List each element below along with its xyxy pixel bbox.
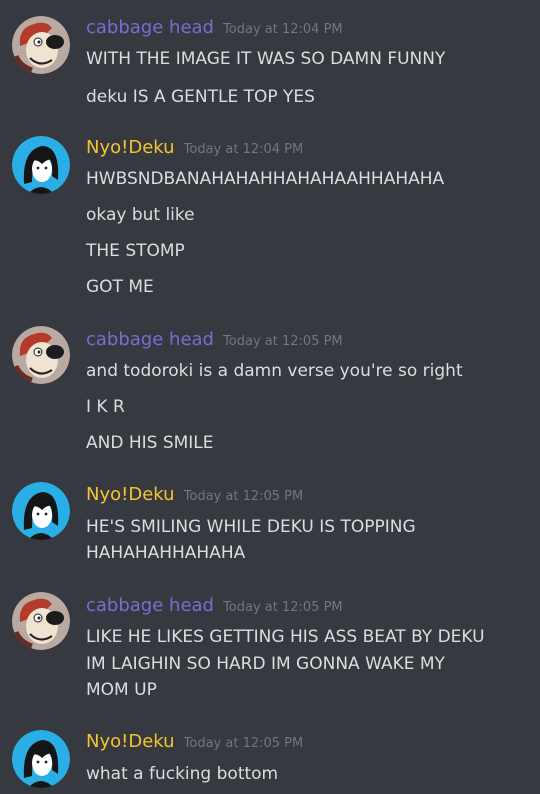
message-text: what a fucking bottom bbox=[86, 764, 279, 784]
timestamp: Today at 12:05 PM bbox=[223, 600, 343, 615]
message-text: MOM UP bbox=[86, 680, 157, 700]
username[interactable]: Nyo!Deku bbox=[86, 137, 175, 158]
anime-girl-avatar-icon bbox=[12, 730, 70, 788]
cartoon-dog-avatar-icon bbox=[12, 592, 70, 650]
cartoon-dog-avatar-icon bbox=[12, 16, 70, 74]
avatar-cabbage-head[interactable] bbox=[12, 16, 70, 74]
username[interactable]: Nyo!Deku bbox=[86, 484, 175, 505]
message-text: THE STOMP bbox=[86, 241, 185, 261]
timestamp: Today at 12:05 PM bbox=[223, 334, 343, 349]
avatar-nyo-deku[interactable] bbox=[12, 482, 70, 540]
message-text: HAHAHAHHAHAHA bbox=[86, 543, 246, 563]
message-text: HE'S SMILING WHILE DEKU IS TOPPING bbox=[86, 517, 416, 537]
message-text: deku IS A GENTLE TOP YES bbox=[86, 87, 315, 107]
anime-girl-avatar-icon bbox=[12, 482, 70, 540]
timestamp: Today at 12:05 PM bbox=[183, 489, 304, 504]
timestamp: Today at 12:05 PM bbox=[183, 736, 304, 751]
message-text: HWBSNDBANAHAHAHHAHAHAAHHAHAHA bbox=[86, 169, 445, 189]
username[interactable]: cabbage head bbox=[86, 329, 214, 350]
message-text: WITH THE IMAGE IT WAS SO DAMN FUNNY bbox=[86, 49, 446, 69]
message-text: okay but like bbox=[86, 205, 195, 225]
message-text: I K R bbox=[86, 397, 125, 417]
username[interactable]: Nyo!Deku bbox=[86, 731, 175, 752]
avatar-cabbage-head[interactable] bbox=[12, 326, 70, 384]
anime-girl-avatar-icon bbox=[12, 136, 70, 194]
avatar-nyo-deku[interactable] bbox=[12, 730, 70, 788]
avatar-cabbage-head[interactable] bbox=[12, 592, 70, 650]
message-text: GOT ME bbox=[86, 277, 154, 297]
avatar-nyo-deku[interactable] bbox=[12, 136, 70, 194]
timestamp: Today at 12:04 PM bbox=[223, 22, 343, 37]
message-text: LIKE HE LIKES GETTING HIS ASS BEAT BY DE… bbox=[86, 627, 485, 647]
timestamp: Today at 12:04 PM bbox=[183, 142, 304, 157]
message-text: and todoroki is a damn verse you're so r… bbox=[86, 361, 463, 381]
message-text: IM LAIGHIN SO HARD IM GONNA WAKE MY bbox=[86, 654, 445, 674]
username[interactable]: cabbage head bbox=[86, 17, 214, 38]
message-text: AND HIS SMILE bbox=[86, 433, 214, 453]
username[interactable]: cabbage head bbox=[86, 595, 214, 616]
cartoon-dog-avatar-icon bbox=[12, 326, 70, 384]
